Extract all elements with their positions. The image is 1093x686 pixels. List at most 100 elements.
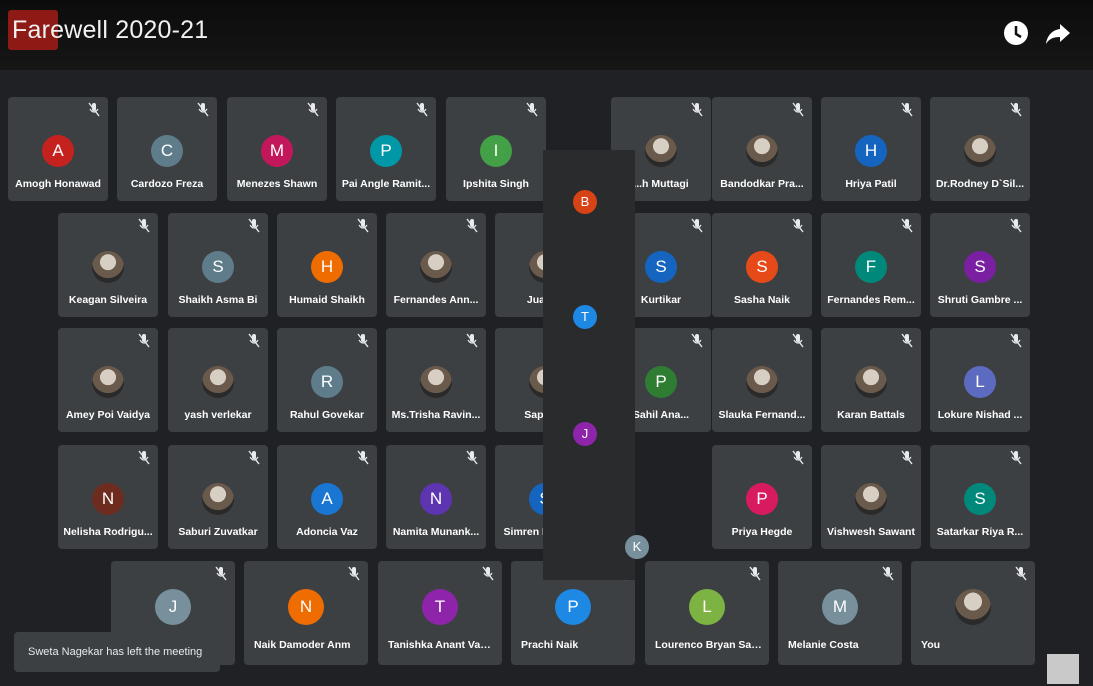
participant-name: You: [921, 639, 941, 651]
participant-tile[interactable]: Slauka Fernand...: [712, 328, 812, 432]
participant-avatar: I: [480, 135, 512, 167]
mic-off-icon: [138, 450, 150, 465]
participant-avatar: H: [311, 251, 343, 283]
participant-avatar: S: [964, 483, 996, 515]
mic-off-icon: [248, 333, 260, 348]
share-icon[interactable]: [1043, 18, 1073, 48]
participant-tile[interactable]: P Pai Angle Ramit...: [336, 97, 436, 201]
mic-off-icon: [466, 450, 478, 465]
participant-tile[interactable]: F Fernandes Rem...: [821, 213, 921, 317]
mic-off-icon: [1010, 333, 1022, 348]
participant-tile[interactable]: M Menezes Shawn: [227, 97, 327, 201]
participant-avatar: L: [964, 366, 996, 398]
mic-off-icon: [901, 450, 913, 465]
mic-off-icon: [416, 102, 428, 117]
participant-tile[interactable]: Vishwesh Sawant: [821, 445, 921, 549]
participant-tile[interactable]: Dr.Rodney D`Sil...: [930, 97, 1030, 201]
watch-later-icon[interactable]: [1001, 18, 1031, 48]
participant-tile[interactable]: Fernandes Ann...: [386, 213, 486, 317]
participant-photo: [855, 483, 887, 515]
participant-photo: [964, 135, 996, 167]
participant-tile[interactable]: M Melanie Costa: [778, 561, 902, 665]
participant-tile[interactable]: yash verlekar: [168, 328, 268, 432]
participant-tile[interactable]: S Sasha Naik: [712, 213, 812, 317]
participant-avatar: T: [422, 589, 458, 625]
participant-tile[interactable]: S Shaikh Asma Bi: [168, 213, 268, 317]
participant-photo: [746, 366, 778, 398]
participant-name: Humaid Shaikh: [289, 294, 365, 306]
participant-name: Melanie Costa: [788, 639, 859, 651]
mic-off-icon: [307, 102, 319, 117]
participant-tile[interactable]: P Priya Hegde: [712, 445, 812, 549]
participant-name: Namita Munank...: [392, 526, 480, 538]
participant-tile[interactable]: Ms.Trisha Ravin...: [386, 328, 486, 432]
participant-tile[interactable]: H Hriya Patil: [821, 97, 921, 201]
participant-name: Nelisha Rodrigu...: [63, 526, 153, 538]
participant-name: Tanishka Anant Vam...: [388, 639, 498, 651]
participant-tile[interactable]: S Satarkar Riya R...: [930, 445, 1030, 549]
video-glitch-strip: B T J K: [543, 150, 649, 580]
mic-off-icon: [901, 333, 913, 348]
participant-tile[interactable]: L Lokure Nishad ...: [930, 328, 1030, 432]
participant-tile[interactable]: N Namita Munank...: [386, 445, 486, 549]
participant-photo: [202, 483, 234, 515]
mic-off-icon: [792, 450, 804, 465]
participant-name: Adoncia Vaz: [296, 526, 358, 538]
participant-tile[interactable]: Amey Poi Vaidya: [58, 328, 158, 432]
participant-avatar: M: [261, 135, 293, 167]
participant-name: Ipshita Singh: [463, 178, 529, 190]
participant-avatar: R: [311, 366, 343, 398]
self-view-thumbnail[interactable]: [1047, 654, 1079, 684]
participant-name: Fernandes Ann...: [393, 294, 479, 306]
participant-avatar: S: [746, 251, 778, 283]
participant-avatar: N: [92, 483, 124, 515]
participant-name: Satarkar Riya R...: [936, 526, 1024, 538]
participant-tile[interactable]: You: [911, 561, 1035, 665]
mic-off-icon: [526, 102, 538, 117]
mic-off-icon: [197, 102, 209, 117]
participant-name: Saburi Zuvatkar: [178, 526, 258, 538]
mic-off-icon: [901, 102, 913, 117]
participant-name: yash verlekar: [184, 409, 252, 421]
participant-avatar: F: [855, 251, 887, 283]
participant-name: Amogh Honawad: [15, 178, 101, 190]
participant-tile[interactable]: Karan Battals: [821, 328, 921, 432]
participant-tile[interactable]: N Nelisha Rodrigu...: [58, 445, 158, 549]
participant-name: Menezes Shawn: [236, 178, 318, 190]
glitch-avatar: J: [573, 422, 597, 446]
participant-tile[interactable]: N Naik Damoder Anm: [244, 561, 368, 665]
participant-name: Amey Poi Vaidya: [65, 409, 151, 421]
participant-tile[interactable]: L Lourenco Bryan Savic: [645, 561, 769, 665]
mic-off-icon: [1010, 102, 1022, 117]
mic-off-icon: [691, 102, 703, 117]
participant-photo: [92, 251, 124, 283]
participant-avatar: M: [822, 589, 858, 625]
participant-avatar: A: [42, 135, 74, 167]
mic-off-icon: [88, 102, 100, 117]
participant-tile[interactable]: A Adoncia Vaz: [277, 445, 377, 549]
participant-avatar: A: [311, 483, 343, 515]
mic-off-icon: [357, 218, 369, 233]
participant-tile[interactable]: T Tanishka Anant Vam...: [378, 561, 502, 665]
participant-name: Lokure Nishad ...: [937, 409, 1023, 421]
participant-photo: [420, 366, 452, 398]
participant-name: Shaikh Asma Bi: [178, 294, 258, 306]
participant-tile[interactable]: R Rahul Govekar: [277, 328, 377, 432]
mic-off-icon: [1015, 566, 1027, 581]
participant-tile[interactable]: Saburi Zuvatkar: [168, 445, 268, 549]
mic-off-icon: [691, 218, 703, 233]
participant-tile[interactable]: H Humaid Shaikh: [277, 213, 377, 317]
participant-name: Vishwesh Sawant: [827, 526, 915, 538]
participant-tile[interactable]: A Amogh Honawad: [8, 97, 108, 201]
mic-off-icon: [882, 566, 894, 581]
participant-tile[interactable]: C Cardozo Freza: [117, 97, 217, 201]
mic-off-icon: [138, 333, 150, 348]
mic-off-icon: [1010, 218, 1022, 233]
participant-tile[interactable]: S Shruti Gambre ...: [930, 213, 1030, 317]
participant-tile[interactable]: Keagan Silveira: [58, 213, 158, 317]
participant-tile[interactable]: I Ipshita Singh: [446, 97, 546, 201]
mic-off-icon: [792, 333, 804, 348]
participant-tile[interactable]: Bandodkar Pra...: [712, 97, 812, 201]
participant-avatar: N: [288, 589, 324, 625]
mic-off-icon: [348, 566, 360, 581]
